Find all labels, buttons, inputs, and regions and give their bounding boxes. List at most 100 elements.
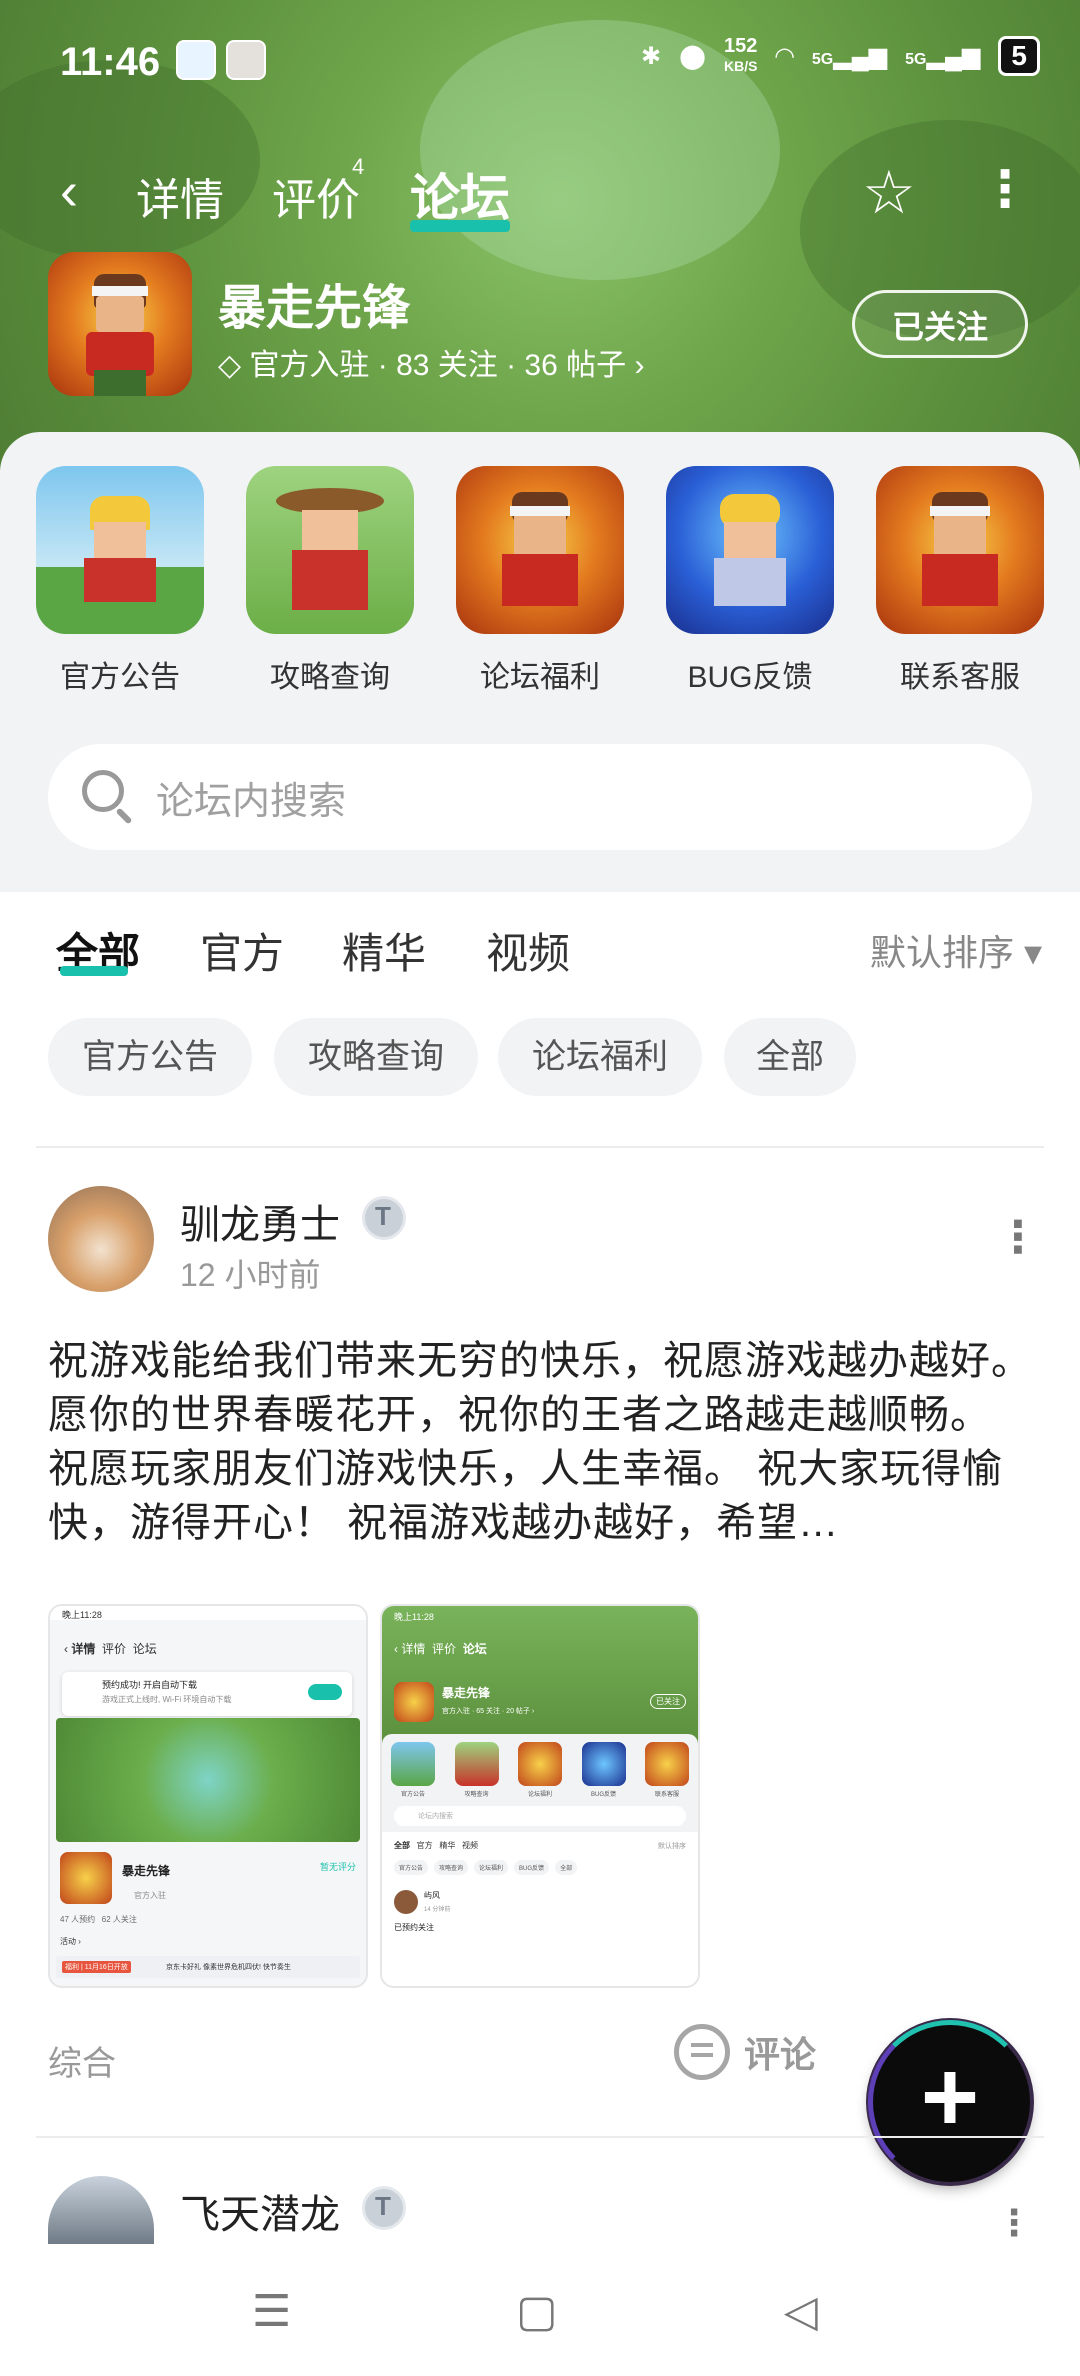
shot-game-icon — [60, 1852, 112, 1904]
headband — [510, 506, 570, 516]
signal-icon: 5G▂▄▆ — [905, 42, 981, 70]
shot-feed-tabs: 全部 官方 精华 视频 — [394, 1840, 478, 1851]
tab-forum[interactable]: 论坛 — [410, 158, 510, 230]
shot-activity: 活动 › — [60, 1937, 81, 1946]
menu-icon[interactable]: ☰ — [252, 2286, 291, 2337]
chip-all[interactable]: 全部 — [724, 1018, 856, 1096]
shot-game-name: 暴走先锋 — [122, 1864, 171, 1878]
shot-search-text: 论坛内搜索 — [418, 1813, 453, 1820]
shot-notice-title: 预约成功! 开启自动下载 — [102, 1680, 198, 1690]
home-icon[interactable]: ▢ — [516, 2286, 558, 2337]
user-level-badge-icon — [362, 1196, 406, 1240]
shot-sheet: 官方公告 攻略查询 论坛福利 BUG反馈 联系客服 论坛内搜索 全部 官方 精华… — [382, 1734, 698, 1986]
diamond-icon: ◇ — [218, 349, 250, 382]
chip-announcement[interactable]: 官方公告 — [48, 1018, 252, 1096]
avatar[interactable] — [48, 1186, 154, 1292]
back-arrow-icon[interactable]: ‹ — [60, 160, 78, 222]
star-icon[interactable]: ☆ — [862, 158, 916, 228]
post-image[interactable]: 晚上11:28 ‹ 详情 评价 论坛 暴走先锋 官方入驻 · 65 关注 · 2… — [380, 1604, 700, 1988]
app-notification-icon — [176, 40, 216, 80]
shot-nav: ‹ 详情 评价 论坛 — [64, 1642, 157, 1656]
quick-entry-support[interactable]: 联系客服 — [876, 466, 1044, 696]
shot-tab: 评价 — [102, 1642, 127, 1656]
follow-button[interactable]: 已关注 — [852, 290, 1028, 358]
forum-search-input[interactable]: 论坛内搜索 — [48, 744, 1032, 850]
post-image[interactable]: 晚上11:28 ‹ 详情 评价 论坛 预约成功! 开启自动下载 游戏正式上线时,… — [48, 1604, 368, 1988]
back-icon[interactable]: ◁ — [784, 2286, 818, 2337]
shot-toggle — [308, 1684, 342, 1700]
face — [94, 522, 146, 558]
game-title: 暴走先锋 — [218, 282, 411, 335]
shot-entry: 论坛福利 — [515, 1742, 565, 1798]
face — [514, 516, 566, 554]
signal-icon: 5G▂▄▆ — [811, 42, 888, 70]
support-icon — [876, 466, 1044, 634]
sort-dropdown[interactable]: 默认排序 ▾ — [870, 924, 1042, 976]
search-placeholder: 论坛内搜索 — [156, 781, 347, 823]
face — [96, 296, 144, 332]
post-body[interactable]: 祝游戏能给我们带来无穷的快乐，祝愿游戏越办越好。 愿你的世界春暖花开，祝你的王者… — [48, 1334, 1032, 1550]
quick-entry-label: 联系客服 — [900, 661, 1020, 694]
shot-author: 屿风 — [424, 1891, 440, 1900]
shot-tab: 论坛 — [132, 1642, 157, 1656]
shot-chip: 论坛福利 — [474, 1860, 509, 1875]
shot-entry-label: 攻略查询 — [464, 1792, 489, 1798]
shot-feed-tab: 精华 — [439, 1841, 456, 1850]
comment-button[interactable]: 评论 — [674, 2024, 816, 2080]
feed-tab-video[interactable]: 视频 — [486, 920, 570, 981]
create-post-button[interactable]: + — [868, 2020, 1032, 2184]
more-vertical-icon[interactable]: ⋮ — [980, 160, 1030, 218]
avatar[interactable] — [48, 2176, 154, 2244]
post-category[interactable]: 综合 — [48, 2036, 116, 2085]
post-more-icon[interactable]: ⋮ — [996, 1212, 1040, 1263]
search-icon — [82, 770, 124, 812]
net-label: 5G — [811, 50, 834, 68]
tab-reviews[interactable]: 评价 — [272, 164, 360, 228]
app-notification-icon — [226, 40, 266, 80]
location-icon: ⬤ — [679, 42, 706, 70]
body — [292, 550, 368, 610]
shot-promo-text: 京东卡好礼 像素世界危机四伏! 快节奏生 — [166, 1964, 291, 1971]
status-icons: ✱ ⬤ 152 KB/S ◠ 5G▂▄▆ 5G▂▄▆ 5 — [641, 36, 1040, 76]
feed-tab-featured[interactable]: 精华 — [342, 920, 426, 981]
post-author[interactable]: 驯龙勇士 — [180, 1192, 340, 1250]
shot-entry-label: 联系客服 — [654, 1792, 679, 1798]
bug-report-icon — [666, 466, 834, 634]
face — [934, 516, 986, 554]
shot-promo: 福利 | 11月16日开放 京东卡好礼 像素世界危机四伏! 快节奏生 — [56, 1956, 360, 1978]
comment-icon — [674, 2024, 730, 2080]
shot-header: 晚上11:28 ‹ 详情 评价 论坛 暴走先锋 官方入驻 · 65 关注 · 2… — [382, 1606, 698, 1746]
post-author[interactable]: 飞天潜龙 — [180, 2182, 340, 2240]
tab-details[interactable]: 详情 — [136, 164, 224, 228]
shot-avatar — [394, 1890, 418, 1914]
top-nav: ‹ 详情 评价 4 论坛 ☆ ⋮ — [0, 150, 1080, 232]
shot-tag: 福利 | 11月16日开放 — [62, 1961, 131, 1973]
shot-chip: 官方公告 — [394, 1860, 429, 1875]
net-label: 5G — [905, 50, 927, 68]
shot-gameplay — [56, 1718, 360, 1842]
post-more-icon[interactable]: ⋮ — [996, 2202, 1032, 2244]
chip-guide[interactable]: 攻略查询 — [274, 1018, 478, 1096]
shot-entry-label: BUG反馈 — [590, 1792, 616, 1798]
shot-feed-tab: 官方 — [416, 1841, 433, 1850]
quick-entry-bug-report[interactable]: BUG反馈 — [666, 466, 834, 696]
shot-feed-tab: 视频 — [462, 1841, 479, 1850]
game-icon[interactable] — [48, 252, 192, 396]
shot-feed: 全部 官方 精华 视频 默认排序 官方公告 攻略查询 论坛福利 BUG反馈 全部… — [382, 1832, 698, 1986]
shot-nav: ‹ 详情 评价 论坛 — [394, 1642, 487, 1656]
shot-entry-label: 论坛福利 — [527, 1792, 552, 1798]
review-count: 4 — [352, 154, 365, 179]
system-nav-bar: ☰ ▢ ◁ — [0, 2244, 1080, 2376]
quick-entry-welfare[interactable]: 论坛福利 — [456, 466, 624, 696]
feed-tab-official[interactable]: 官方 — [200, 920, 284, 981]
quick-entry-announcement[interactable]: 官方公告 — [36, 466, 204, 696]
shot-tab: 详情 — [71, 1642, 96, 1656]
post-time: 12 小时前 — [180, 1257, 321, 1293]
shot-sort: 默认排序 — [658, 1843, 686, 1850]
body — [714, 558, 786, 606]
body — [84, 558, 156, 602]
shot-entry: 联系客服 — [642, 1742, 692, 1798]
game-meta[interactable]: ◇ 官方入驻 · 83 关注 · 36 帖子 › — [218, 340, 644, 384]
chip-welfare[interactable]: 论坛福利 — [498, 1018, 702, 1096]
quick-entry-guide[interactable]: 攻略查询 — [246, 466, 414, 696]
